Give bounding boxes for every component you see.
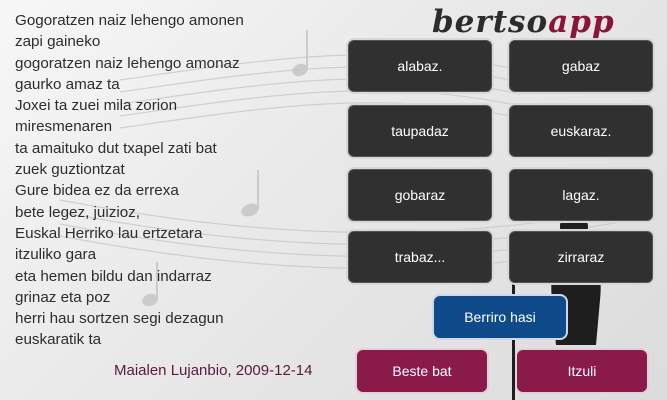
verse-author-date: Maialen Lujanbio, 2009-12-14: [114, 362, 313, 379]
option-button-taupadaz[interactable]: taupadaz: [346, 103, 494, 159]
option-button-gabaz[interactable]: gabaz: [507, 38, 655, 94]
option-button-trabaz[interactable]: trabaz...: [346, 229, 494, 285]
verse-line: Euskal Herriko lau ertzetara: [15, 224, 203, 242]
verse-line: euskaratik ta: [15, 331, 102, 349]
verse-line: gogoratzen naiz lehengo amonaz: [15, 54, 240, 72]
app-logo: bertsoapp: [432, 4, 615, 40]
verse-text: Gogoratzen naiz lehengo amonen zapi gain…: [15, 10, 335, 351]
verse-line: grinaz eta poz: [15, 288, 111, 306]
logo-text-bertso: bertso: [432, 4, 549, 40]
option-button-euskaraz[interactable]: euskaraz.: [507, 103, 655, 159]
verse-line: ta amaituko dut txapel zati bat: [15, 139, 217, 157]
verse-line: miresmenaren: [15, 118, 113, 136]
back-button[interactable]: Itzuli: [515, 348, 649, 394]
verse-line: itzuliko gara: [15, 246, 97, 264]
verse-line: herri hau sortzen segi dezagun: [15, 310, 224, 328]
option-button-alabaz[interactable]: alabaz.: [346, 38, 494, 94]
verse-line: zapi gaineko: [15, 33, 101, 51]
logo-text-app: app: [548, 4, 615, 40]
verse-line: Gogoratzen naiz lehengo amonen: [15, 12, 244, 29]
another-button[interactable]: Beste bat: [355, 348, 489, 394]
verse-line: zuek guztiontzat: [15, 161, 125, 179]
verse-line: gaurko amaz ta: [15, 75, 120, 93]
verse-line: bete legez, juizioz,: [15, 203, 140, 221]
verse-line: Gure bidea ez da errexa: [15, 182, 179, 200]
restart-button[interactable]: Berriro hasi: [432, 294, 568, 340]
option-button-zirraraz[interactable]: zirraraz: [507, 229, 655, 285]
option-button-gobaraz[interactable]: gobaraz: [346, 167, 494, 223]
option-button-lagaz[interactable]: lagaz.: [507, 167, 655, 223]
verse-line: Joxei ta zuei mila zorion: [15, 97, 178, 115]
verse-line: eta hemen bildu dan indarraz: [15, 267, 212, 285]
